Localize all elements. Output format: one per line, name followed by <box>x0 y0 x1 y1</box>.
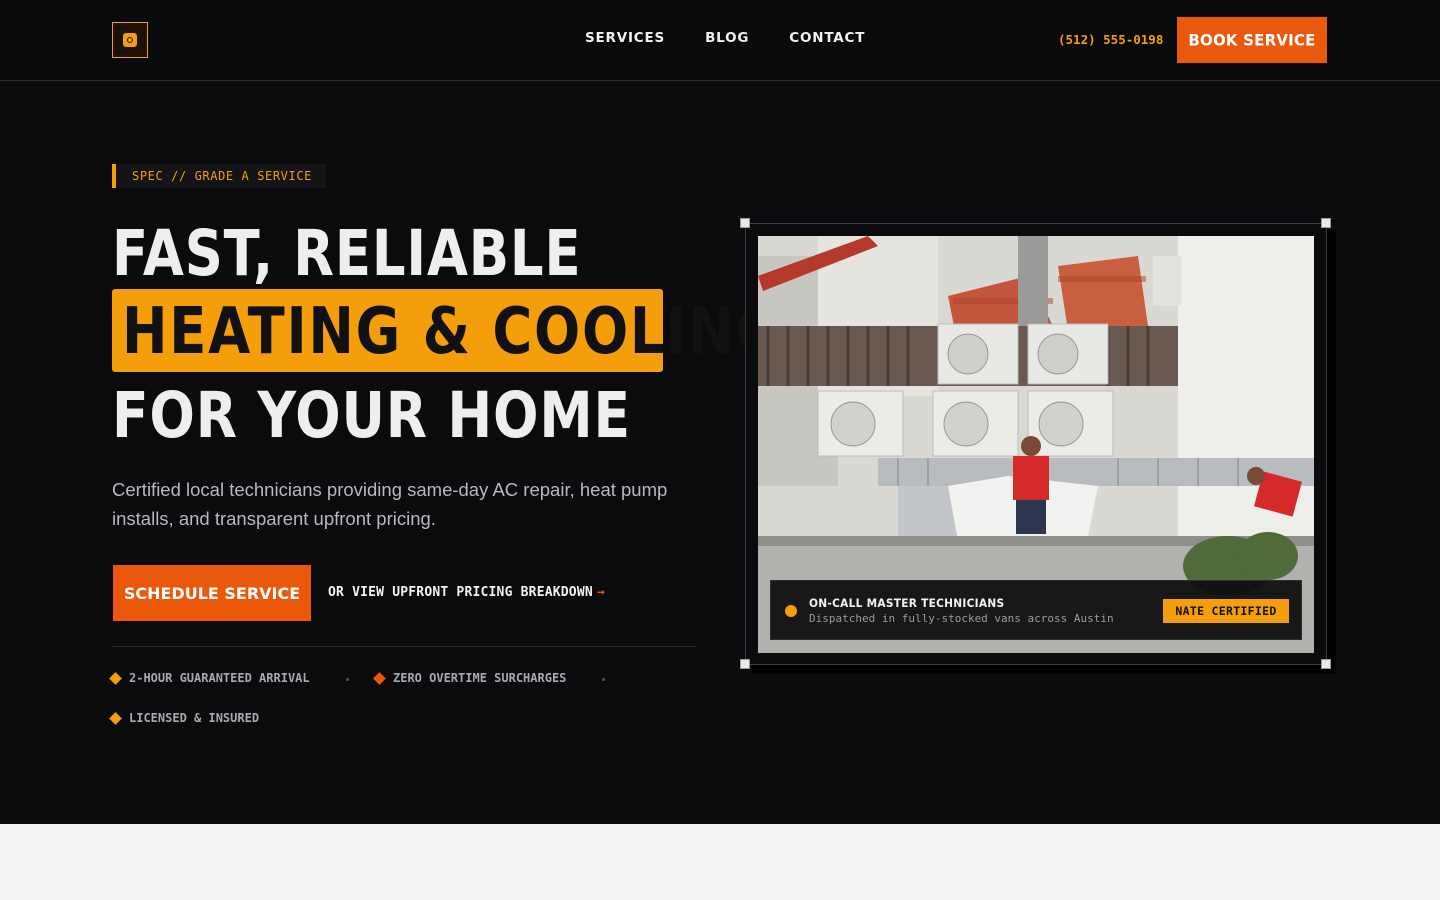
phone-number-link[interactable]: (512) 555-0198 <box>1058 32 1163 47</box>
headline-line-3: FOR YOUR HOME <box>112 379 631 452</box>
feature-label: 2-HOUR GUARANTEED ARRIVAL <box>129 671 310 685</box>
feature-item: LICENSED & INSURED <box>109 711 260 725</box>
diamond-icon <box>373 671 386 685</box>
corner-handle <box>1321 659 1331 669</box>
headline-line-2: HEATING & COOLING <box>122 295 782 369</box>
feature-item: 2-HOUR GUARANTEED ARRIVAL <box>109 671 310 685</box>
status-dot-icon <box>785 605 797 617</box>
card-subtitle: Dispatched in fully-stocked vans across … <box>809 612 1114 625</box>
nav-link-services[interactable]: SERVICES <box>585 30 665 46</box>
feature-label: LICENSED & INSURED <box>129 711 260 725</box>
pricing-breakdown-link[interactable]: OR VIEW UPFRONT PRICING BREAKDOWN → <box>328 585 605 600</box>
arrow-right-icon: → <box>596 585 605 600</box>
feature-label: ZERO OVERTIME SURCHARGES <box>393 671 567 685</box>
top-navigation: SERVICES BLOG CONTACT (512) 555-0198 BOO… <box>0 0 1440 81</box>
separator-dot <box>602 678 605 681</box>
nav-link-contact[interactable]: CONTACT <box>789 30 865 46</box>
technicians-info-card: ON-CALL MASTER TECHNICIANS Dispatched in… <box>770 580 1302 640</box>
separator-dot <box>346 678 349 681</box>
nav-link-blog[interactable]: BLOG <box>705 30 749 46</box>
divider <box>112 646 696 647</box>
spec-tag: SPEC // GRADE A SERVICE <box>112 164 326 188</box>
corner-handle <box>740 218 750 228</box>
book-service-button[interactable]: BOOK SERVICE <box>1177 16 1327 64</box>
nav-links: SERVICES BLOG CONTACT <box>585 30 865 46</box>
headline-line-1: FAST, RELIABLE <box>112 217 582 290</box>
corner-handle <box>740 659 750 669</box>
next-section <box>0 824 1440 900</box>
diamond-icon <box>109 711 122 725</box>
diamond-icon <box>109 671 122 685</box>
hero-subtitle: Certified local technicians providing sa… <box>112 479 668 529</box>
thermostat-logo-icon <box>123 33 137 47</box>
logo-icon[interactable] <box>112 22 148 58</box>
corner-handle <box>1321 218 1331 228</box>
schedule-service-button[interactable]: SCHEDULE SERVICE <box>113 565 311 621</box>
certification-badge: NATE CERTIFIED <box>1163 599 1289 623</box>
card-title: ON-CALL MASTER TECHNICIANS <box>809 596 1005 610</box>
pricing-link-label: OR VIEW UPFRONT PRICING BREAKDOWN <box>328 585 593 600</box>
feature-item: ZERO OVERTIME SURCHARGES <box>373 671 567 685</box>
